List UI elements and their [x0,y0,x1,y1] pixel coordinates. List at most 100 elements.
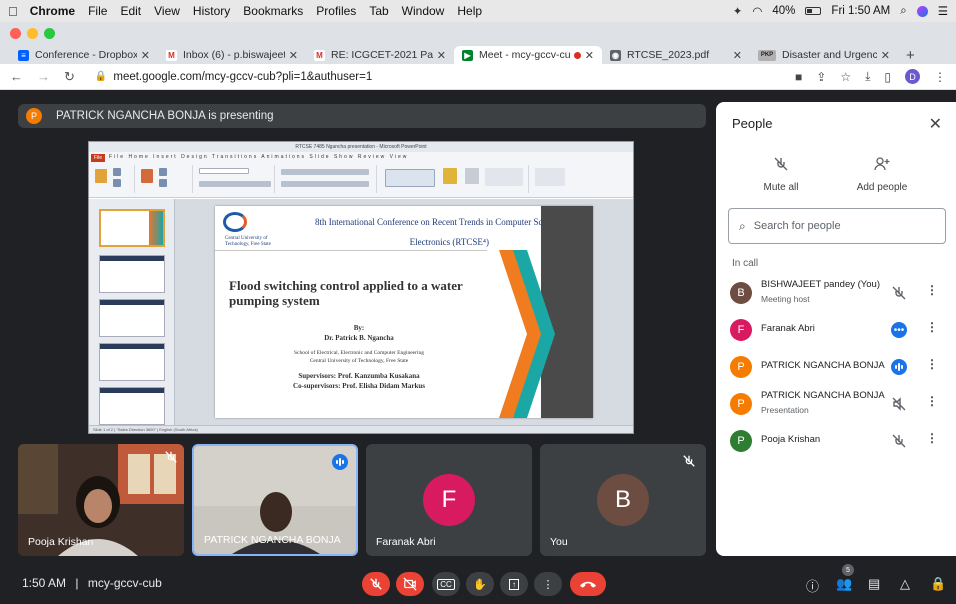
spotlight-search-icon[interactable]: ⌕ [900,5,906,18]
forward-icon[interactable]: → [37,69,50,84]
menu-bookmarks[interactable]: Bookmarks [243,4,303,18]
tile-avatar: B [597,474,649,526]
tab-favicon-icon: PKP [758,49,776,61]
menubar-status-area: ✦ ◠ 40% Fri 1:50 AM ⌕ ☰ [733,4,948,19]
layout-icon [159,168,167,176]
menu-tab[interactable]: Tab [369,4,388,18]
participant-more-icon[interactable]: ⋮ [926,283,938,297]
browser-tab[interactable]: M Inbox (6) - p.biswajeet@ja ✕ [158,46,306,64]
mute-all-button[interactable]: Mute all [756,156,806,193]
browser-tab[interactable]: ▶ Meet - mcy-gccv-cub ✕ [454,46,602,64]
shared-screen: RTCSE 7485 Ngancha presentation - Micros… [88,141,634,434]
tile-patrick[interactable]: PATRICK NGANCHA BONJA [192,444,358,556]
menu-app[interactable]: Chrome [30,4,75,18]
control-center-icon[interactable]: ☰ [938,4,948,18]
browser-tab[interactable]: M RE: ICGCET-2021 Paper ID ✕ [306,46,454,64]
menu-view[interactable]: View [154,4,180,18]
university-name: Central University of Technology, Free S… [225,236,271,247]
menu-profiles[interactable]: Profiles [316,4,356,18]
captions-button[interactable]: CC [432,572,460,596]
tile-faranak[interactable]: F Faranak Abri [366,444,532,556]
tab-title: Meet - mcy-gccv-cub [479,49,570,61]
participant-more-icon[interactable]: ⋮ [926,394,938,408]
sidebar-icon[interactable]: ▯ [884,70,891,84]
participant-more-icon[interactable]: ⋮ [926,320,938,334]
current-slide: Central University of Technology, Free S… [215,206,593,418]
bookmark-star-icon[interactable]: ☆ [840,70,851,84]
activities-icon[interactable]: △ [900,576,910,592]
participant-row[interactable]: P PATRICK NGANCHA BONJA ⋮ [730,352,946,382]
profile-avatar[interactable]: D [905,69,920,84]
dropbox-icon[interactable]: ✦ [733,4,743,18]
raise-hand-button[interactable]: ✋ [466,572,494,596]
participant-row[interactable]: P PATRICK NGANCHA BONJA Presentation ⋮ [730,389,946,419]
close-icon[interactable]: ✕ [929,114,942,134]
chat-icon[interactable]: ▤ [868,576,880,592]
menubar-clock[interactable]: Fri 1:50 AM [831,5,890,17]
participant-more-icon[interactable]: ⋮ [926,431,938,445]
close-tab-icon[interactable]: ✕ [733,49,742,62]
camera-off-button[interactable] [396,572,424,596]
wifi-icon[interactable]: ◠ [752,4,762,18]
zoom-window-icon[interactable] [44,28,55,39]
add-people-button[interactable]: Add people [852,156,912,193]
battery-percent: 40% [772,5,796,17]
menu-help[interactable]: Help [457,4,482,18]
browser-tab[interactable]: PKP Disaster and Urgency Dete ✕ [750,46,898,64]
camera-off-icon [403,577,417,591]
reload-icon[interactable]: ↻ [64,69,75,85]
ppt-file-tab: File [91,154,105,162]
menu-file[interactable]: File [88,4,107,18]
close-tab-icon[interactable]: ✕ [141,49,150,62]
info-icon[interactable]: ⓘ [806,576,819,595]
apple-icon[interactable]:  [8,4,18,19]
siri-icon[interactable] [916,5,928,17]
search-placeholder: Search for people [753,220,841,232]
menu-edit[interactable]: Edit [120,4,141,18]
close-tab-icon[interactable]: ✕ [437,49,446,62]
minimize-window-icon[interactable] [27,28,38,39]
meet-control-bar: 1:50 AM | mcy-gccv-cub CC ✋ ↑ ⋮ ⓘ 5 👥 ▤ … [0,564,956,604]
captions-icon: CC [437,578,455,590]
participant-row[interactable]: P Pooja Krishan ⋮ [730,426,946,456]
share-icon[interactable]: ⇪ [816,70,826,84]
slide-divider [215,250,487,251]
tab-favicon-icon: ≡ [18,49,29,61]
menu-history[interactable]: History [193,4,230,18]
participant-more-icon[interactable]: ⋮ [926,357,938,371]
presenting-text: PATRICK NGANCHA BONJA is presenting [56,110,274,122]
close-tab-icon[interactable]: ✕ [881,49,890,62]
back-icon[interactable]: ← [10,69,23,84]
camera-icon[interactable]: ■ [795,70,802,84]
participant-row[interactable]: F Faranak Abri ••• ⋮ [730,315,946,345]
mic-off-icon [165,451,177,463]
new-tab-icon[interactable]: + [906,47,915,64]
url-field[interactable]: meet.google.com/mcy-gccv-cub?pli=1&authu… [113,71,372,83]
speaking-indicator-icon [332,454,348,470]
menu-window[interactable]: Window [402,4,445,18]
more-options-button[interactable]: ⋮ [534,572,562,596]
ribbon-editing [531,165,571,193]
browser-tab[interactable]: ◉ RTCSE_2023.pdf ✕ [602,46,750,64]
browser-tab[interactable]: ≡ Conference - Dropbox ✕ [10,46,158,64]
close-window-icon[interactable] [10,28,21,39]
tile-you[interactable]: B You [540,444,706,556]
chrome-menu-icon[interactable]: ⋮ [934,70,946,84]
ribbon-clipboard [91,165,135,193]
battery-icon[interactable] [805,7,822,15]
host-controls-icon[interactable]: 🔒 [930,576,946,592]
search-people-input[interactable]: ⌕ Search for people [728,208,946,244]
mic-off-button[interactable] [362,572,390,596]
leave-call-button[interactable] [570,572,606,596]
tile-pooja[interactable]: Pooja Krishan [18,444,184,556]
people-icon[interactable]: 👥 [836,576,852,592]
people-panel: People ✕ Mute all Add people ⌕ Search fo… [716,102,956,556]
present-button[interactable]: ↑ [500,572,528,596]
paste-icon [95,169,107,183]
lock-icon[interactable]: 🔒 [95,71,107,82]
participant-row[interactable]: B BISHWAJEET pandey (You) Meeting host ⋮ [730,278,946,308]
close-tab-icon[interactable]: ✕ [289,49,298,62]
download-icon[interactable]: ⤓ [865,69,870,84]
close-tab-icon[interactable]: ✕ [585,49,594,62]
tab-favicon-icon: M [166,49,177,61]
